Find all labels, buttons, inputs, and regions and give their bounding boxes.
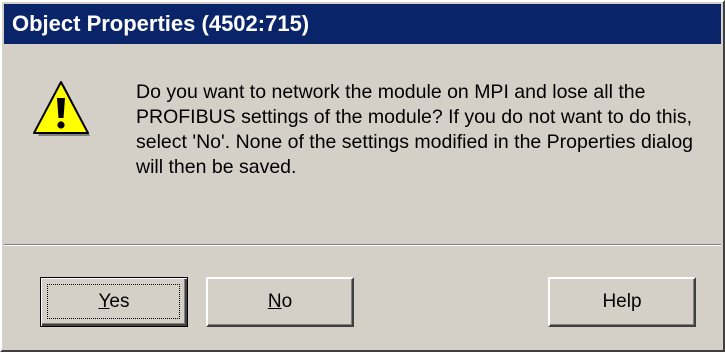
separator [4,244,721,246]
help-button-label: Help [602,291,642,312]
dialog-title: Object Properties (4502:715) [4,4,721,44]
no-button[interactable]: No [206,277,354,327]
warning-icon [33,81,90,136]
dialog-message: Do you want to network the module on MPI… [136,81,694,178]
help-button[interactable]: Help [548,277,696,327]
dialog-window: Object Properties (4502:715) Do you want… [0,0,725,352]
yes-button[interactable]: Yes [40,277,188,327]
yes-button-label: Yes [98,291,130,312]
no-button-label: No [267,291,293,312]
